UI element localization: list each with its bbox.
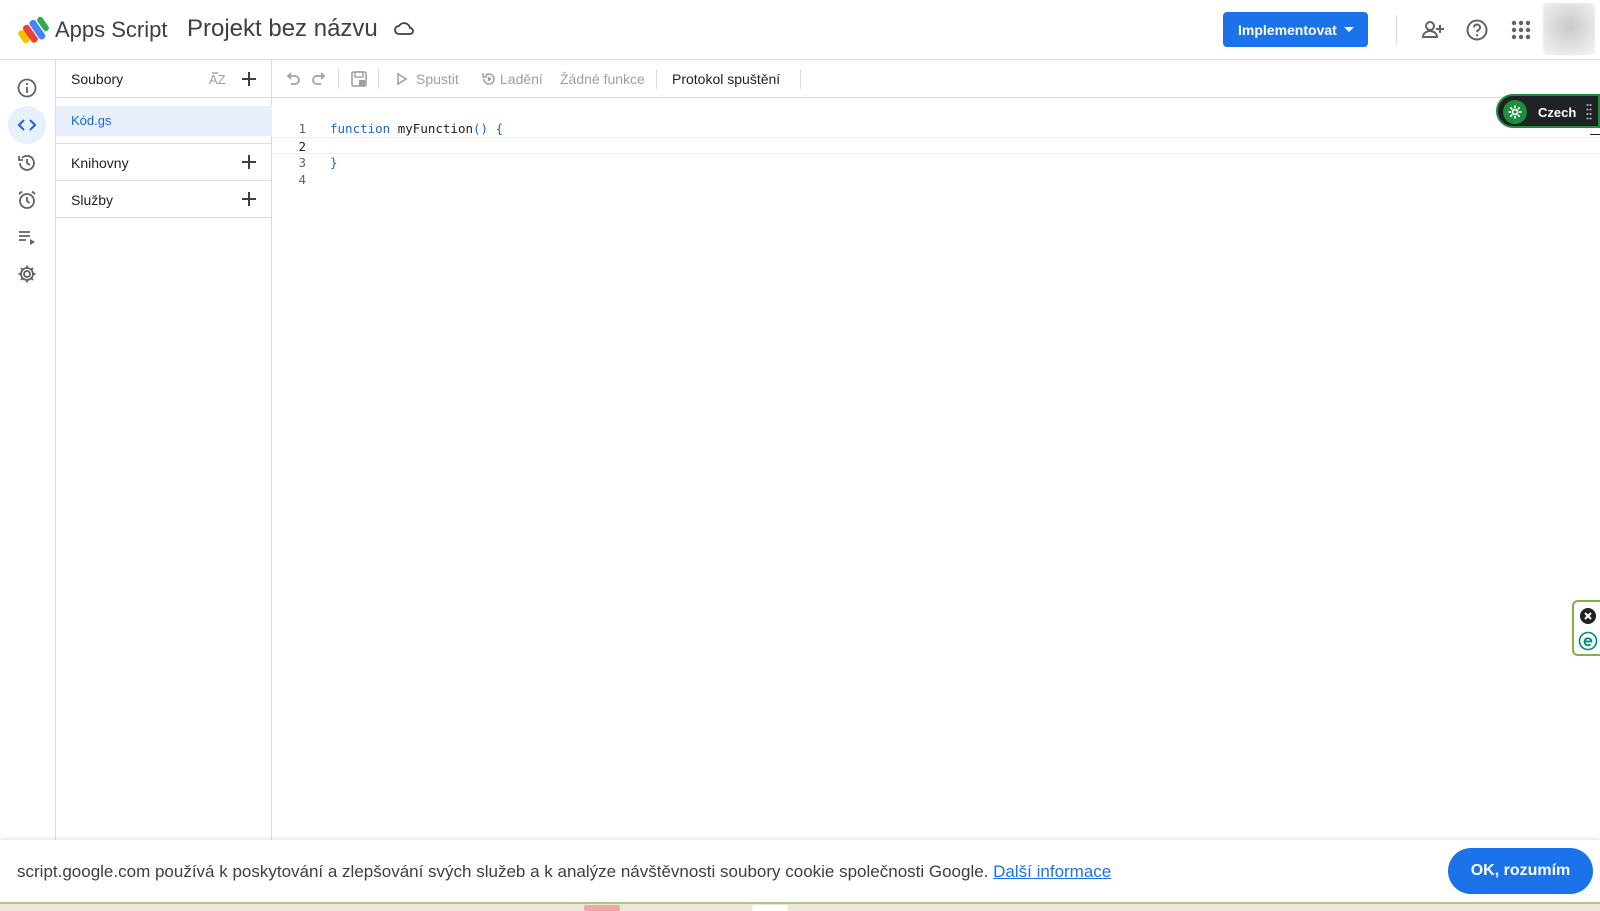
files-title: Soubory [71, 71, 124, 87]
toolbar-divider [338, 69, 339, 89]
line-number: 2 [298, 139, 306, 154]
code-text: function myFunction() { [330, 120, 503, 137]
close-icon[interactable] [1579, 607, 1597, 625]
toolbar-divider [800, 69, 801, 89]
svg-text:AZ: AZ [209, 72, 226, 87]
add-service-icon[interactable] [240, 190, 258, 208]
code-function-name: myFunction [397, 121, 474, 136]
toolbar-divider [378, 69, 379, 89]
bottom-strip [0, 902, 1600, 911]
sort-az-icon[interactable]: AZ [208, 70, 230, 88]
toolbar-divider [656, 69, 657, 89]
chevron-down-icon[interactable] [1344, 27, 1354, 32]
section-services[interactable]: Služby [56, 180, 272, 217]
function-select[interactable]: Žádné funkce [560, 71, 645, 87]
line-number: 3 [298, 155, 306, 170]
code-editor[interactable]: 1 function myFunction() { 2 3 } 4 [272, 98, 1600, 850]
line-number: 1 [298, 121, 306, 136]
alarm-icon[interactable] [8, 181, 46, 219]
project-title[interactable]: Projekt bez názvu [187, 15, 378, 43]
add-file-icon[interactable] [240, 70, 258, 88]
debug-button[interactable]: Ladění [500, 71, 543, 87]
deploy-button[interactable]: Implementovat [1223, 12, 1368, 47]
deploy-label: Implementovat [1238, 21, 1337, 38]
app-name[interactable]: Apps Script [55, 17, 168, 43]
section-divider [56, 217, 272, 218]
drag-handle-icon[interactable] [1586, 103, 1592, 121]
section-libraries[interactable]: Knihovny [56, 143, 272, 180]
apps-script-editor: Apps Script Projekt bez názvu Implemento… [0, 0, 1600, 911]
help-icon[interactable] [1464, 17, 1490, 43]
cookie-banner: script.google.com používá k poskytování … [0, 840, 1600, 902]
files-header: Soubory AZ [56, 60, 272, 98]
strip-marker [752, 905, 788, 911]
header-divider [1396, 15, 1397, 45]
cookie-text: script.google.com používá k poskytování … [17, 862, 989, 881]
code-punct: } [330, 155, 338, 170]
apps-grid-icon[interactable] [1508, 17, 1534, 43]
line-number: 4 [298, 172, 306, 187]
files-panel: Soubory AZ Kód.gs Knihovny Služby [56, 60, 272, 850]
strip-marker [584, 905, 620, 911]
learn-more-link[interactable]: Další informace [993, 862, 1111, 881]
avatar[interactable] [1543, 3, 1595, 55]
file-item-label: Kód.gs [71, 113, 112, 128]
extension-e-icon[interactable] [1578, 631, 1598, 651]
code-icon[interactable] [8, 106, 46, 144]
redo-icon[interactable] [310, 70, 328, 88]
info-icon[interactable] [8, 69, 46, 107]
settings-icon[interactable] [8, 255, 46, 293]
save-icon[interactable] [350, 70, 368, 88]
top-bar: Apps Script Projekt bez názvu Implemento… [0, 0, 1600, 60]
code-keyword: function [330, 121, 391, 136]
undo-icon[interactable] [284, 70, 302, 88]
code-punct: () { [473, 121, 504, 136]
cloud-icon[interactable] [393, 20, 415, 38]
left-nav-rail [0, 60, 56, 850]
run-button[interactable]: Spustit [416, 71, 459, 87]
language-widget[interactable]: Czech [1496, 94, 1600, 128]
code-line[interactable]: 4 [272, 171, 1600, 188]
executions-icon[interactable] [8, 218, 46, 256]
gear-icon[interactable] [1503, 100, 1527, 124]
section-services-label: Služby [71, 192, 114, 208]
file-item-kod-gs[interactable]: Kód.gs [56, 106, 272, 136]
cookie-message: script.google.com používá k poskytování … [17, 862, 1111, 882]
run-icon[interactable] [396, 70, 408, 88]
code-line[interactable]: 3 } [272, 154, 1600, 171]
code-line-current[interactable]: 2 [272, 137, 1600, 154]
add-library-icon[interactable] [240, 153, 258, 171]
scrollbar-marker [1590, 134, 1600, 135]
debug-icon[interactable] [480, 70, 498, 88]
code-line[interactable]: 1 function myFunction() { [272, 120, 1600, 137]
cookie-ok-button[interactable]: OK, rozumím [1448, 848, 1593, 894]
section-libraries-label: Knihovny [71, 155, 129, 171]
add-person-icon[interactable] [1420, 17, 1446, 43]
code-text: } [330, 154, 338, 171]
extension-widget [1572, 600, 1600, 656]
apps-script-logo[interactable] [18, 16, 50, 44]
history-icon[interactable] [8, 144, 46, 182]
language-label: Czech [1538, 105, 1577, 120]
editor-toolbar: Spustit Ladění Žádné funkce Protokol spu… [272, 60, 1600, 98]
execution-log-button[interactable]: Protokol spuštění [672, 71, 780, 87]
